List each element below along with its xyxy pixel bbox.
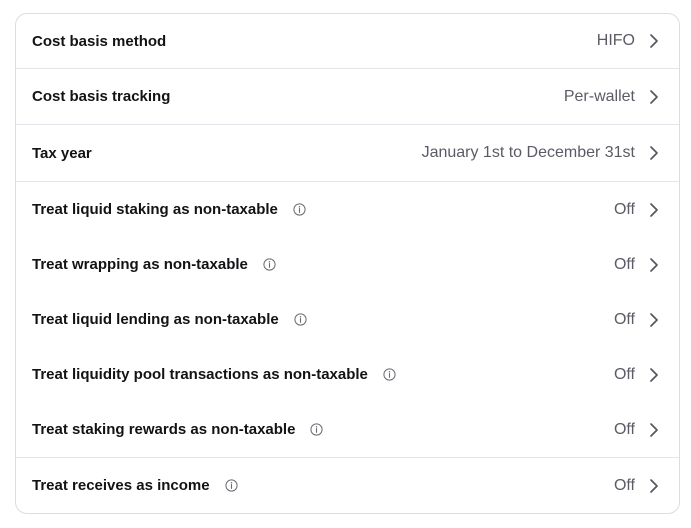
info-circle-icon[interactable]: [383, 368, 396, 381]
info-circle-icon[interactable]: [310, 423, 324, 436]
chevron-right-icon: [649, 312, 659, 328]
chevron-right-icon: [649, 422, 659, 438]
setting-label: Cost basis tracking: [32, 88, 171, 105]
setting-value: Off: [613, 200, 635, 218]
setting-label: Tax year: [32, 144, 92, 162]
setting-label: Treat wrapping as non-taxable: [32, 256, 248, 273]
setting-row-staking-rewards[interactable]: Treat staking rewards as non-taxable Off: [16, 402, 679, 457]
setting-label: Cost basis method: [32, 32, 167, 50]
chevron-right-icon: [649, 89, 659, 105]
setting-row-cost-basis-method[interactable]: Cost basis method HIFO: [16, 14, 679, 69]
setting-value: Off: [613, 476, 635, 494]
setting-label: Treat staking rewards as non-taxable: [32, 421, 296, 438]
setting-label: Treat liquid staking as non-taxable: [32, 201, 278, 218]
chevron-right-icon: [649, 33, 659, 49]
info-circle-icon[interactable]: [294, 313, 307, 326]
income-group: Treat receives as income Off: [16, 458, 679, 513]
setting-row-receives-income[interactable]: Treat receives as income Off: [16, 458, 679, 513]
chevron-right-icon: [649, 257, 659, 273]
setting-value: Off: [613, 365, 635, 383]
setting-row-wrapping[interactable]: Treat wrapping as non-taxable Off: [16, 237, 679, 292]
cost-basis-group: Cost basis method HIFO Cost basis tracki…: [16, 14, 679, 182]
chevron-right-icon: [649, 202, 659, 218]
setting-row-tax-year[interactable]: Tax year January 1st to December 31st: [16, 125, 679, 181]
setting-label: Treat liquid lending as non-taxable: [32, 311, 279, 328]
setting-value: Off: [613, 255, 635, 273]
setting-value: Per-wallet: [563, 87, 635, 105]
info-circle-icon[interactable]: [225, 479, 238, 492]
setting-row-liquid-staking[interactable]: Treat liquid staking as non-taxable Off: [16, 182, 679, 237]
chevron-right-icon: [649, 145, 659, 161]
setting-value: January 1st to December 31st: [421, 144, 635, 161]
chevron-right-icon: [649, 478, 659, 494]
setting-row-liquidity-pool[interactable]: Treat liquidity pool transactions as non…: [16, 347, 679, 402]
setting-row-liquid-lending[interactable]: Treat liquid lending as non-taxable Off: [16, 292, 679, 347]
chevron-right-icon: [649, 367, 659, 383]
setting-value: Off: [613, 420, 635, 438]
setting-label: Treat liquidity pool transactions as non…: [32, 366, 368, 383]
setting-value: Off: [613, 310, 635, 328]
info-circle-icon[interactable]: [263, 258, 276, 271]
non-taxable-group: Treat liquid staking as non-taxable Off …: [16, 182, 679, 458]
setting-label: Treat receives as income: [32, 477, 210, 494]
info-circle-icon[interactable]: [293, 203, 306, 216]
setting-value: HIFO: [596, 32, 635, 49]
tax-settings-card: Cost basis method HIFO Cost basis tracki…: [15, 13, 680, 514]
setting-row-cost-basis-tracking[interactable]: Cost basis tracking Per-wallet: [16, 69, 679, 125]
